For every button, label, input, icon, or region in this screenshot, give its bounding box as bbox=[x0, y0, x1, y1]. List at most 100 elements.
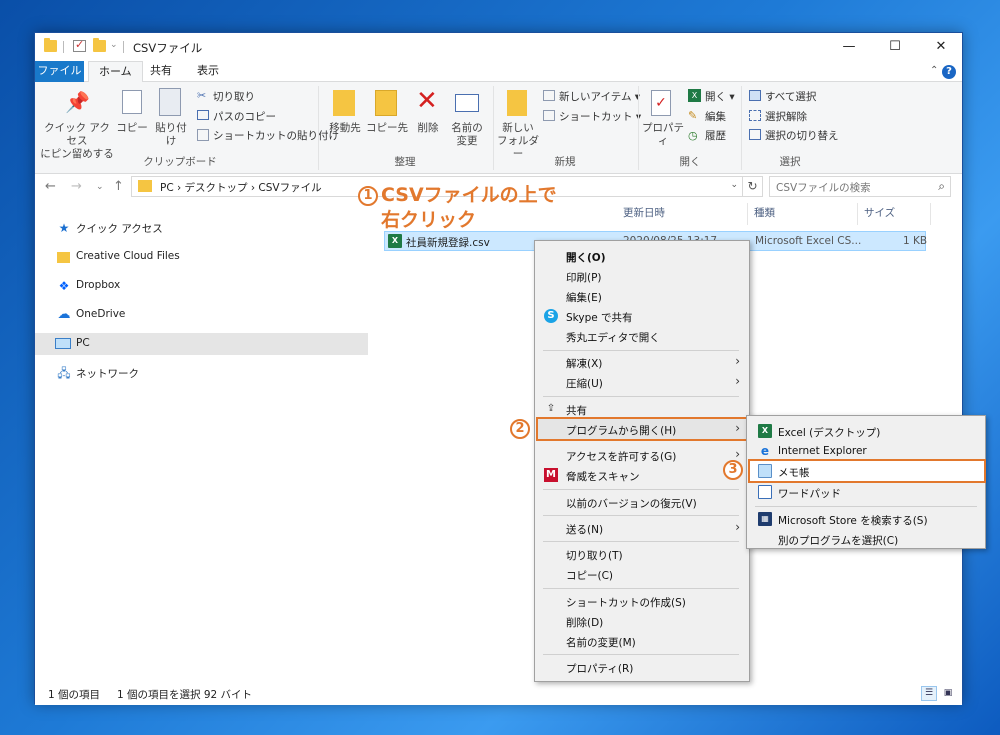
step-1-text-line2: 右クリック bbox=[381, 209, 477, 231]
menu-item-restore-versions[interactable]: 以前のバージョンの復元(V) bbox=[538, 492, 746, 512]
back-arrow-icon[interactable]: ← bbox=[45, 179, 56, 194]
group-label-clipboard: クリップボード bbox=[143, 156, 217, 168]
edit-button[interactable]: 編集 bbox=[705, 109, 726, 124]
refresh-button[interactable]: ↻ bbox=[743, 176, 763, 197]
divider bbox=[543, 541, 739, 542]
menu-item-label: 開く(O) bbox=[566, 252, 606, 264]
new-item-button[interactable]: 新しいアイテム ▾ bbox=[559, 89, 640, 104]
submenu-item-store-search[interactable]: ▦ Microsoft Store を検索する(S) bbox=[750, 509, 984, 529]
sidebar-item-pc[interactable]: PC bbox=[35, 333, 368, 355]
submenu-item-notepad[interactable]: メモ帳 bbox=[748, 459, 986, 483]
chevron-down-icon[interactable]: ⌄ bbox=[730, 180, 738, 190]
menu-item-open-with[interactable]: プログラムから開く(H) › bbox=[536, 417, 748, 441]
paste-shortcut-button[interactable]: ショートカットの貼り付け bbox=[213, 128, 339, 143]
menu-item-hidemaru[interactable]: 秀丸エディタで開く bbox=[538, 326, 746, 346]
sidebar-item-onedrive[interactable]: ☁ OneDrive bbox=[35, 304, 368, 326]
tab-view[interactable]: 表示 bbox=[187, 61, 229, 82]
invert-selection-button[interactable]: 選択の切り替え bbox=[765, 128, 839, 143]
scissors-icon: ✂ bbox=[197, 89, 207, 102]
menu-item-send-to[interactable]: 送る(N) › bbox=[538, 518, 746, 538]
column-header-size[interactable]: サイズ bbox=[864, 205, 895, 220]
menu-item-compress[interactable]: 圧縮(U) › bbox=[538, 372, 746, 392]
tab-home[interactable]: ホーム bbox=[88, 61, 143, 83]
breadcrumb[interactable]: PC › デスクトップ › CSVファイル bbox=[160, 180, 322, 195]
tab-share[interactable]: 共有 bbox=[140, 61, 182, 82]
select-none-button[interactable]: 選択解除 bbox=[765, 109, 807, 124]
chevron-down-icon[interactable]: ⌄ bbox=[110, 40, 118, 50]
properties-quick-icon[interactable] bbox=[73, 38, 86, 52]
up-arrow-icon[interactable]: ↑ bbox=[113, 179, 124, 194]
recent-locations-icon[interactable]: ⌄ bbox=[96, 182, 104, 192]
minimize-button[interactable]: — bbox=[826, 33, 872, 61]
menu-item-create-shortcut[interactable]: ショートカットの作成(S) bbox=[538, 591, 746, 611]
title-bar: ⌄ CSVファイル — ☐ ✕ bbox=[35, 33, 962, 61]
submenu-item-label: Excel (デスクトップ) bbox=[778, 427, 881, 439]
divider bbox=[747, 203, 748, 225]
column-header-type[interactable]: 種類 bbox=[754, 205, 775, 220]
pin-quick-access-button[interactable]: クイック アクセス にピン留めする bbox=[39, 122, 115, 161]
search-input[interactable]: CSVファイルの検索 bbox=[776, 180, 871, 195]
cut-button[interactable]: 切り取り bbox=[213, 89, 255, 104]
history-button[interactable]: 履歴 bbox=[705, 128, 726, 143]
details-view-icon[interactable]: ☰ bbox=[921, 686, 937, 701]
menu-item-open[interactable]: 開く(O) bbox=[538, 246, 746, 266]
sidebar-item-creative-cloud[interactable]: Creative Cloud Files bbox=[35, 246, 368, 268]
column-header-date[interactable]: 更新日時 bbox=[623, 205, 665, 220]
sidebar-item-dropbox[interactable]: ❖ Dropbox bbox=[35, 275, 368, 297]
menu-item-give-access[interactable]: アクセスを許可する(G) › bbox=[538, 445, 746, 465]
divider bbox=[318, 86, 319, 170]
open-button[interactable]: 開く ▾ bbox=[705, 89, 735, 104]
copy-path-button[interactable]: パスのコピー bbox=[213, 109, 276, 124]
group-label-select: 選択 bbox=[779, 156, 801, 168]
menu-item-rename[interactable]: 名前の変更(M) bbox=[538, 631, 746, 651]
menu-item-skype-share[interactable]: S Skype で共有 bbox=[538, 306, 746, 326]
menu-item-label: 編集(E) bbox=[566, 292, 602, 304]
properties-button[interactable]: プロパティ bbox=[639, 122, 687, 148]
open-label: 開く bbox=[705, 91, 726, 103]
menu-item-label: 共有 bbox=[566, 405, 587, 417]
submenu-item-wordpad[interactable]: ワードパッド bbox=[750, 482, 984, 502]
tab-file[interactable]: ファイル bbox=[35, 61, 84, 82]
group-label-open: 開く bbox=[679, 156, 701, 168]
maximize-button[interactable]: ☐ bbox=[872, 33, 918, 61]
forward-arrow-icon[interactable]: → bbox=[71, 179, 82, 194]
menu-item-delete[interactable]: 削除(D) bbox=[538, 611, 746, 631]
divider bbox=[543, 489, 739, 490]
chevron-up-icon[interactable]: ⌃ bbox=[930, 65, 938, 76]
sidebar-item-quick-access[interactable]: ★ クイック アクセス bbox=[35, 217, 368, 239]
select-none-icon bbox=[749, 110, 761, 121]
select-all-button[interactable]: すべて選択 bbox=[765, 89, 816, 104]
menu-item-edit[interactable]: 編集(E) bbox=[538, 286, 746, 306]
rename-button[interactable]: 名前の 変更 bbox=[447, 122, 487, 148]
menu-item-label: プログラムから開く(H) bbox=[566, 425, 677, 437]
submenu-item-choose-another[interactable]: 別のプログラムを選択(C) bbox=[750, 529, 984, 549]
large-icons-view-icon[interactable]: ▣ bbox=[940, 686, 956, 701]
menu-item-extract[interactable]: 解凍(X) › bbox=[538, 352, 746, 372]
submenu-item-excel[interactable]: X Excel (デスクトップ) bbox=[750, 421, 984, 441]
copy-button[interactable]: コピー bbox=[115, 122, 149, 135]
sidebar-item-network[interactable]: 🖧 ネットワーク bbox=[35, 362, 368, 384]
move-to-button[interactable]: 移動先 bbox=[325, 122, 365, 135]
paste-button[interactable]: 貼り付け bbox=[151, 122, 191, 148]
group-label-organize: 整理 bbox=[394, 156, 416, 168]
menu-item-print[interactable]: 印刷(P) bbox=[538, 266, 746, 286]
close-button[interactable]: ✕ bbox=[918, 33, 964, 61]
help-icon[interactable]: ? bbox=[942, 65, 956, 79]
menu-item-copy[interactable]: コピー(C) bbox=[538, 564, 746, 584]
search-box[interactable]: CSVファイルの検索 ⌕ bbox=[769, 176, 951, 197]
menu-item-properties[interactable]: プロパティ(R) bbox=[538, 657, 746, 677]
delete-button[interactable]: 削除 bbox=[413, 122, 443, 135]
file-name: 社員新規登録.csv bbox=[406, 237, 490, 249]
folder-icon bbox=[44, 38, 57, 52]
menu-item-share[interactable]: ⇪ 共有 bbox=[538, 399, 746, 419]
menu-item-scan-threats[interactable]: M 脅威をスキャン bbox=[538, 465, 746, 485]
pc-icon bbox=[55, 338, 71, 349]
copy-icon bbox=[122, 90, 142, 114]
select-all-icon bbox=[749, 90, 761, 101]
new-folder-quick-icon[interactable] bbox=[93, 38, 106, 52]
menu-item-cut[interactable]: 切り取り(T) bbox=[538, 544, 746, 564]
submenu-item-internet-explorer[interactable]: e Internet Explorer bbox=[750, 441, 984, 461]
copy-to-button[interactable]: コピー先 bbox=[365, 122, 409, 135]
easy-access-button[interactable]: ショートカット ▾ bbox=[559, 109, 641, 124]
sidebar-item-label: クイック アクセス bbox=[76, 223, 163, 235]
